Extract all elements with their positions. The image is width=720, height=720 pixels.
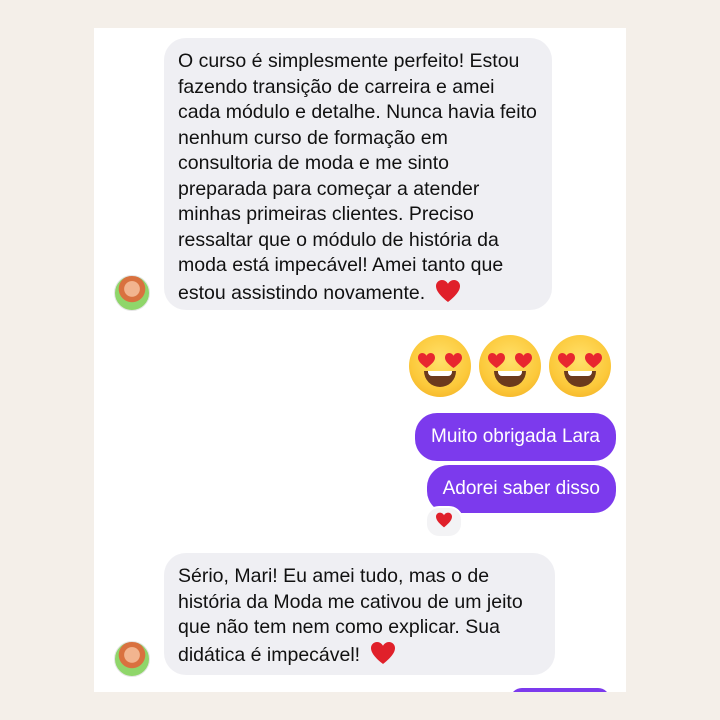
- red-heart-icon: [435, 512, 453, 533]
- outgoing-message-partial[interactable]: [510, 688, 610, 692]
- chat-thread: O curso é simplesmente perfeito! Estou f…: [94, 28, 626, 692]
- outgoing-message[interactable]: Muito obrigada Lara: [415, 413, 616, 461]
- heart-eyes-emoji-icon: [479, 335, 541, 397]
- emoji-message[interactable]: [409, 335, 611, 397]
- heart-eyes-emoji-icon: [409, 335, 471, 397]
- incoming-message[interactable]: Sério, Mari! Eu amei tudo, mas o de hist…: [164, 553, 555, 675]
- heart-eyes-emoji-icon: [549, 335, 611, 397]
- red-heart-icon: [435, 279, 461, 311]
- incoming-message[interactable]: O curso é simplesmente perfeito! Estou f…: [164, 38, 552, 310]
- message-text: Sério, Mari! Eu amei tudo, mas o de hist…: [178, 565, 523, 666]
- message-text: Adorei saber disso: [442, 478, 600, 499]
- avatar[interactable]: [114, 275, 150, 311]
- message-text: Muito obrigada Lara: [431, 426, 600, 447]
- reaction-badge[interactable]: [425, 506, 463, 538]
- avatar[interactable]: [114, 641, 150, 677]
- message-text: O curso é simplesmente perfeito! Estou f…: [178, 50, 537, 304]
- red-heart-icon: [370, 641, 396, 673]
- outgoing-message[interactable]: Adorei saber disso: [426, 465, 616, 513]
